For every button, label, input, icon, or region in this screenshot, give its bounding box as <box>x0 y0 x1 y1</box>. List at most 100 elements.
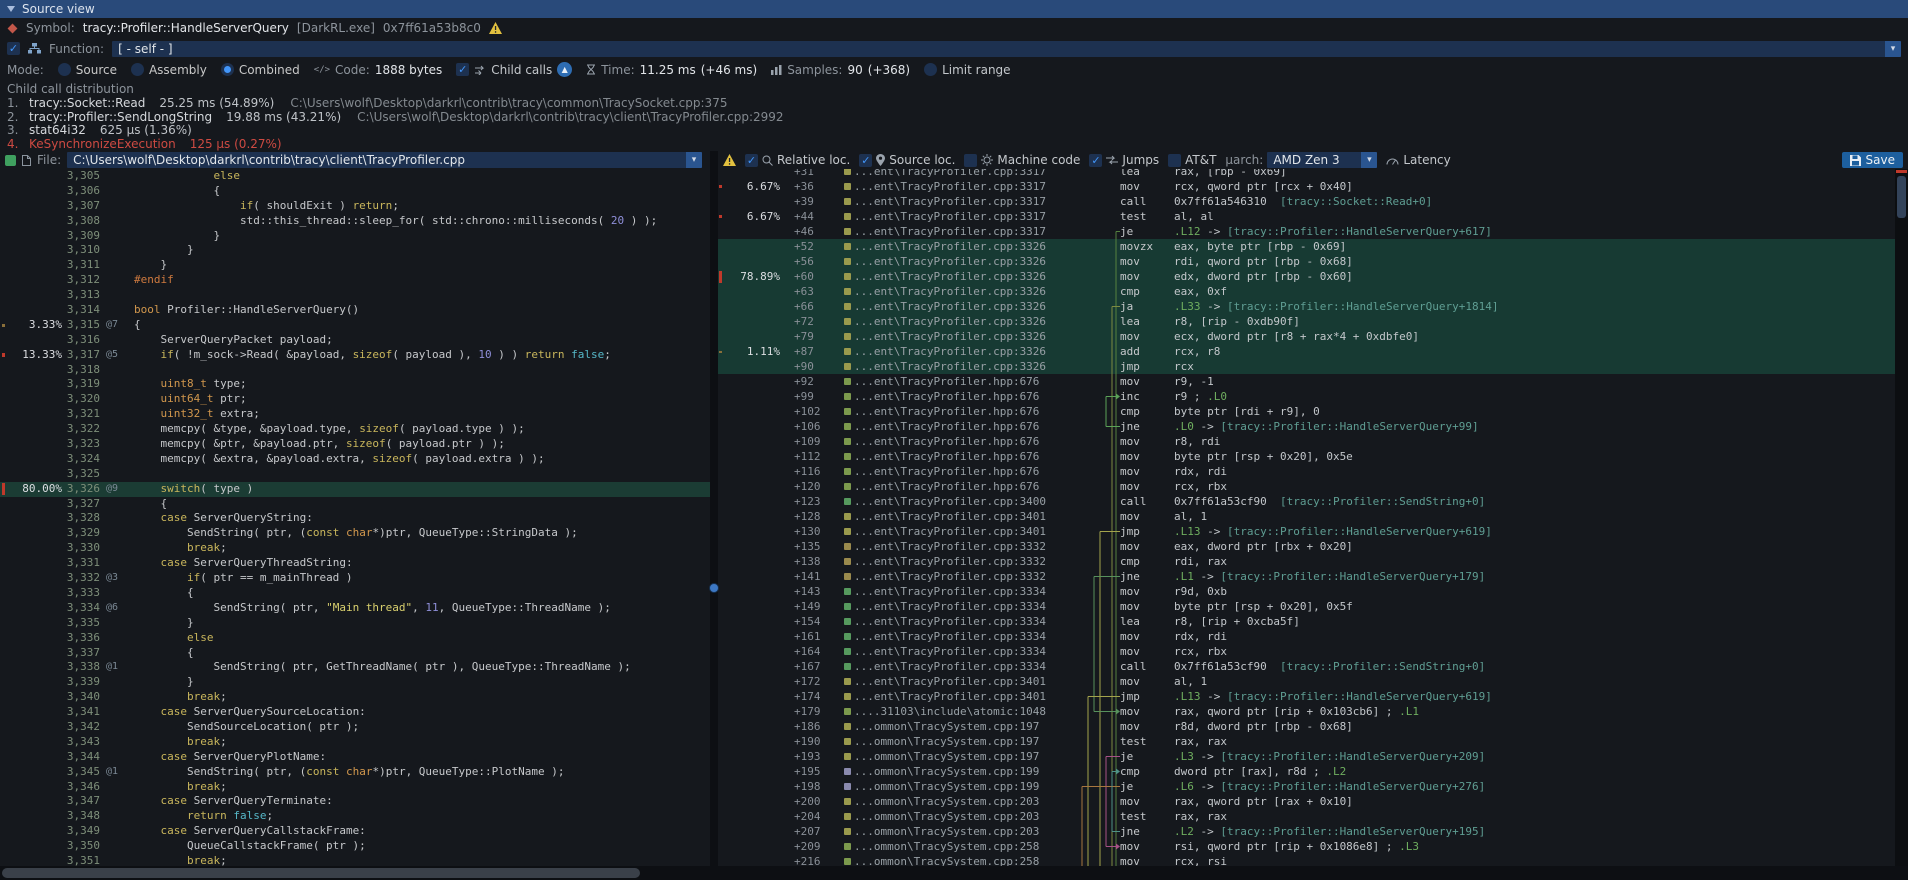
source-line[interactable]: 3,333 { <box>0 586 710 601</box>
source-line[interactable]: 3,324 memcpy( &extra, &payload.extra, si… <box>0 452 710 467</box>
file-combo[interactable]: C:\Users\wolf\Desktop\darkrl\contrib\tra… <box>67 152 702 168</box>
asm-row[interactable]: +141...ent\TracyProfiler.cpp:3332jne.L1 … <box>718 569 1908 584</box>
asm-row[interactable]: +186...ommon\TracySystem.cpp:197movr8d, … <box>718 719 1908 734</box>
asm-row[interactable]: +161...ent\TracyProfiler.cpp:3334movrdx,… <box>718 629 1908 644</box>
asm-row[interactable]: 6.67%+36...ent\TracyProfiler.cpp:3317mov… <box>718 179 1908 194</box>
source-line[interactable]: 3,322 memcpy( &type, &payload.type, size… <box>0 422 710 437</box>
asm-row[interactable]: +204...ommon\TracySystem.cpp:203testrax,… <box>718 809 1908 824</box>
source-line[interactable]: 3.33%3,315@7{ <box>0 318 710 333</box>
chevron-down-icon[interactable]: ▾ <box>686 152 702 168</box>
source-line[interactable]: 3,336 else <box>0 631 710 646</box>
asm-row[interactable]: +46...ent\TracyProfiler.cpp:3317je.L12 -… <box>718 224 1908 239</box>
asm-row[interactable]: +179....31103\include\atomic:1048movrax,… <box>718 704 1908 719</box>
source-line[interactable]: 3,348 return false; <box>0 809 710 824</box>
relative-loc-checkbox[interactable]: ✓ <box>745 154 758 167</box>
asm-row[interactable]: +128...ent\TracyProfiler.cpp:3401moval, … <box>718 509 1908 524</box>
asm-row[interactable]: +135...ent\TracyProfiler.cpp:3332moveax,… <box>718 539 1908 554</box>
source-line[interactable]: 3,318 <box>0 363 710 378</box>
relative-loc-toggle[interactable]: ✓ Relative loc. <box>745 153 850 167</box>
function-combo[interactable]: [ - self - ] ▾ <box>112 41 1901 57</box>
source-line[interactable]: 3,332@3 if( ptr == m_mainThread ) <box>0 571 710 586</box>
asm-row[interactable]: +143...ent\TracyProfiler.cpp:3334movr9d,… <box>718 584 1908 599</box>
source-line[interactable]: 3,323 memcpy( &ptr, &payload.ptr, sizeof… <box>0 437 710 452</box>
source-line[interactable]: 3,319 uint8_t type; <box>0 377 710 392</box>
source-line[interactable]: 3,344 case ServerQueryPlotName: <box>0 750 710 765</box>
source-line[interactable]: 3,305 else <box>0 169 710 184</box>
asm-row[interactable]: +209...ommon\TracySystem.cpp:258movrsi, … <box>718 839 1908 854</box>
asm-row[interactable]: +120...ent\TracyProfiler.hpp:676movrcx, … <box>718 479 1908 494</box>
radio-combined[interactable]: Combined <box>221 63 300 77</box>
att-checkbox[interactable] <box>1168 154 1181 167</box>
collapse-icon[interactable] <box>7 6 15 12</box>
asm-row[interactable]: +90...ent\TracyProfiler.cpp:3326jmprcx <box>718 359 1908 374</box>
asm-row[interactable]: +56...ent\TracyProfiler.cpp:3326movrdi, … <box>718 254 1908 269</box>
radio-combined-circle[interactable] <box>221 63 234 76</box>
asm-row[interactable]: +99...ent\TracyProfiler.hpp:676incr9 ; .… <box>718 389 1908 404</box>
asm-row[interactable]: +207...ommon\TracySystem.cpp:203jne.L2 -… <box>718 824 1908 839</box>
horizontal-scrollbar-thumb[interactable] <box>2 868 640 878</box>
source-line[interactable]: 13.33%3,317@5 if( !m_sock->Read( &payloa… <box>0 348 710 363</box>
source-line[interactable]: 3,310 } <box>0 243 710 258</box>
source-line[interactable]: 3,306 { <box>0 184 710 199</box>
asm-row[interactable]: +154...ent\TracyProfiler.cpp:3334lear8, … <box>718 614 1908 629</box>
asm-row[interactable]: +193...ommon\TracySystem.cpp:197je.L3 ->… <box>718 749 1908 764</box>
asm-row[interactable]: +123...ent\TracyProfiler.cpp:3400call0x7… <box>718 494 1908 509</box>
source-line[interactable]: 3,311 } <box>0 258 710 273</box>
source-line[interactable]: 3,334@6 SendString( ptr, "Main thread", … <box>0 601 710 616</box>
source-loc-toggle[interactable]: ✓ Source loc. <box>859 153 955 167</box>
source-line[interactable]: 3,342 SendSourceLocation( ptr ); <box>0 720 710 735</box>
chevron-down-icon[interactable]: ▾ <box>1361 152 1377 168</box>
source-line[interactable]: 3,335 } <box>0 616 710 631</box>
titlebar[interactable]: Source view <box>0 0 1908 18</box>
att-toggle[interactable]: AT&T <box>1168 153 1216 167</box>
function-checkbox[interactable]: ✓ <box>7 42 20 55</box>
source-line[interactable]: 3,349 case ServerQueryCallstackFrame: <box>0 824 710 839</box>
asm-row[interactable]: +106...ent\TracyProfiler.hpp:676jne.L0 -… <box>718 419 1908 434</box>
asm-scrollbar-thumb[interactable] <box>1897 176 1906 218</box>
asm-row[interactable]: +130...ent\TracyProfiler.cpp:3401jmp.L13… <box>718 524 1908 539</box>
asm-vertical-scrollbar[interactable] <box>1895 169 1908 866</box>
child-call-row[interactable]: 4.KeSynchronizeExecution125 μs (0.27%) <box>7 138 1901 152</box>
source-loc-checkbox[interactable]: ✓ <box>859 154 872 167</box>
source-line[interactable]: 3,346 break; <box>0 780 710 795</box>
source-line[interactable]: 3,351 break; <box>0 854 710 866</box>
asm-row[interactable]: +190...ommon\TracySystem.cpp:197testrax,… <box>718 734 1908 749</box>
asm-row[interactable]: 1.11%+87...ent\TracyProfiler.cpp:3326add… <box>718 344 1908 359</box>
jumps-toggle[interactable]: ✓ Jumps <box>1089 153 1159 167</box>
source-line[interactable]: 3,345@1 SendString( ptr, (const char*)pt… <box>0 765 710 780</box>
source-line[interactable]: 3,331 case ServerQueryThreadString: <box>0 556 710 571</box>
source-line[interactable]: 3,350 QueueCallstackFrame( ptr ); <box>0 839 710 854</box>
radio-assembly[interactable]: Assembly <box>131 63 207 77</box>
save-button[interactable]: Save <box>1842 152 1903 168</box>
asm-row[interactable]: +167...ent\TracyProfiler.cpp:3334call0x7… <box>718 659 1908 674</box>
asm-row[interactable]: +172...ent\TracyProfiler.cpp:3401moval, … <box>718 674 1908 689</box>
source-line[interactable]: 3,328 case ServerQueryString: <box>0 511 710 526</box>
source-line[interactable]: 3,313 <box>0 288 710 303</box>
source-line[interactable]: 3,321 uint32_t extra; <box>0 407 710 422</box>
source-line[interactable]: 3,339 } <box>0 675 710 690</box>
source-line[interactable]: 3,329 SendString( ptr, (const char*)ptr,… <box>0 526 710 541</box>
source-line[interactable]: 3,316 ServerQueryPacket payload; <box>0 333 710 348</box>
source-line[interactable]: 3,330 break; <box>0 541 710 556</box>
radio-assembly-circle[interactable] <box>131 63 144 76</box>
asm-row[interactable]: +216...ommon\TracySystem.cpp:258movrcx, … <box>718 854 1908 866</box>
source-line[interactable]: 3,312#endif <box>0 273 710 288</box>
horizontal-scrollbar[interactable] <box>0 866 1908 880</box>
asm-row[interactable]: +200...ommon\TracySystem.cpp:203movrax, … <box>718 794 1908 809</box>
source-line[interactable]: 3,327 { <box>0 497 710 512</box>
asm-row[interactable]: +164...ent\TracyProfiler.cpp:3334movrcx,… <box>718 644 1908 659</box>
child-calls-up-button[interactable]: ▲ <box>557 62 572 77</box>
panel-splitter[interactable] <box>710 151 718 866</box>
child-call-row[interactable]: 2.tracy::Profiler::SendLongString19.88 m… <box>7 111 1901 125</box>
asm-row[interactable]: +174...ent\TracyProfiler.cpp:3401jmp.L13… <box>718 689 1908 704</box>
asm-row[interactable]: +116...ent\TracyProfiler.hpp:676movrdx, … <box>718 464 1908 479</box>
source-line[interactable]: 3,343 break; <box>0 735 710 750</box>
source-line[interactable]: 3,308 std::this_thread::sleep_for( std::… <box>0 214 710 229</box>
asm-row[interactable]: +109...ent\TracyProfiler.hpp:676movr8, r… <box>718 434 1908 449</box>
source-line[interactable]: 3,338@1 SendString( ptr, GetThreadName( … <box>0 660 710 675</box>
child-calls-checkbox[interactable]: ✓ <box>456 63 469 76</box>
child-call-row[interactable]: 1.tracy::Socket::Read25.25 ms (54.89%)C:… <box>7 97 1901 111</box>
asm-row[interactable]: +198...ommon\TracySystem.cpp:199je.L6 ->… <box>718 779 1908 794</box>
child-call-row[interactable]: 3.stat64i32625 μs (1.36%) <box>7 124 1901 138</box>
source-line[interactable]: 3,347 case ServerQueryTerminate: <box>0 794 710 809</box>
